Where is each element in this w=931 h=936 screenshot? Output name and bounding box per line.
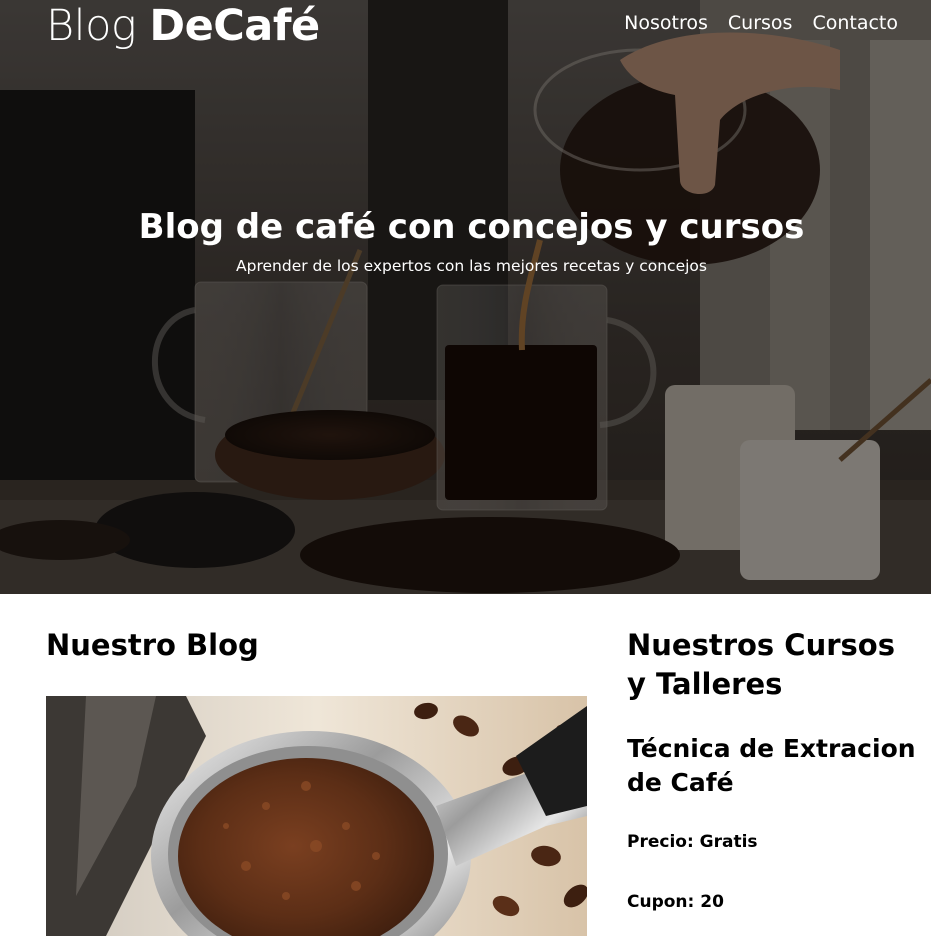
hero-title: Blog de café con concejos y cursos	[138, 207, 805, 247]
course-coupon: Cupon: 20	[627, 892, 724, 912]
logo-text-light: Blog	[46, 1, 150, 51]
blog-section-title: Nuestro Blog	[46, 628, 259, 662]
courses-section-title: Nuestros Cursos y Talleres	[627, 628, 895, 701]
nav-link-cursos[interactable]: Cursos	[728, 11, 793, 35]
hero-overlay	[0, 0, 931, 594]
hero-subtitle: Aprender de los expertos con las mejores…	[236, 257, 707, 275]
ground-coffee-portafilter-image	[46, 696, 587, 936]
course-price: Precio: Gratis	[627, 832, 758, 852]
nav-link-nosotros[interactable]: Nosotros	[624, 11, 708, 35]
blog-post-image[interactable]	[46, 696, 587, 936]
course-title[interactable]: Técnica de Extracion de Café	[627, 732, 917, 800]
logo-text-bold: DeCafé	[149, 1, 320, 51]
hero-section: Blog DeCafé Nosotros Cursos Contacto Blo…	[0, 0, 931, 594]
site-logo[interactable]: Blog DeCafé	[46, 2, 320, 50]
main-nav: Nosotros Cursos Contacto	[624, 11, 898, 35]
nav-link-contacto[interactable]: Contacto	[812, 11, 898, 35]
